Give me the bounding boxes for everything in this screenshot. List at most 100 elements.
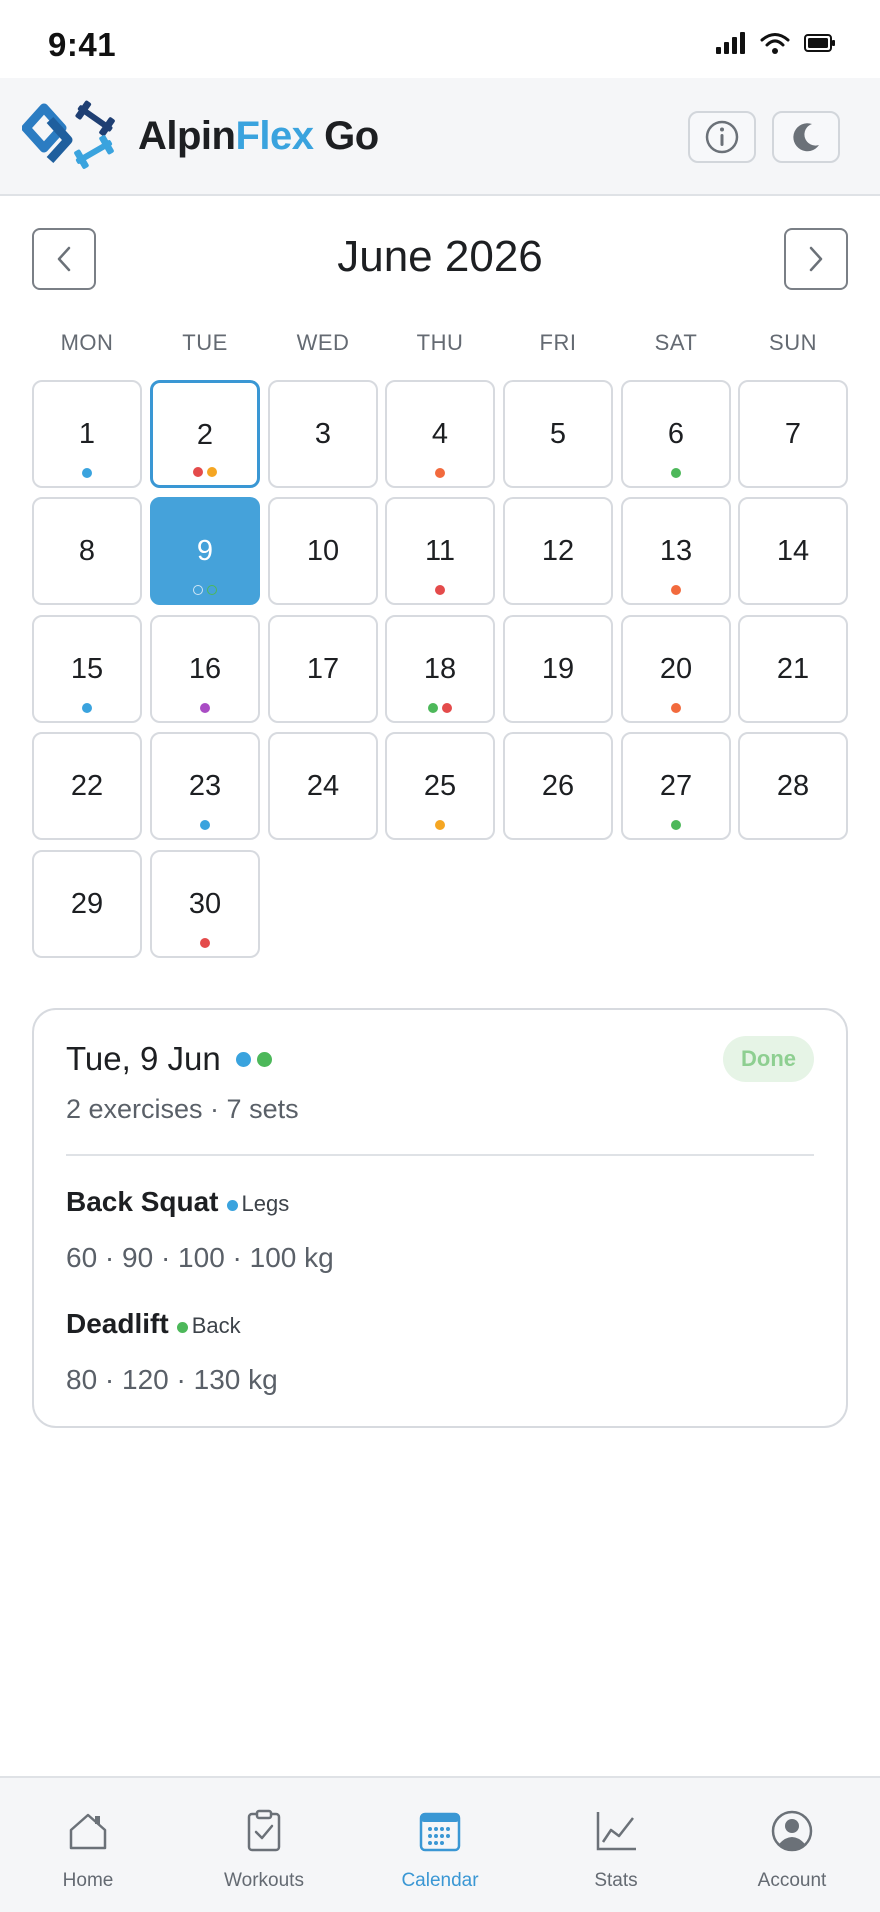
tab-account[interactable]: Account xyxy=(704,1778,880,1912)
tab-label: Stats xyxy=(594,1870,638,1891)
category-dot xyxy=(200,938,210,948)
category-dot xyxy=(428,703,438,713)
weekday-label: TUE xyxy=(182,330,228,355)
calendar-day-27[interactable]: 27 xyxy=(621,732,731,840)
day-dots xyxy=(153,467,257,477)
day-dots xyxy=(34,703,140,713)
calendar-day-26[interactable]: 26 xyxy=(503,732,613,840)
day-number: 22 xyxy=(70,770,104,802)
info-button[interactable] xyxy=(688,111,756,163)
day-dots xyxy=(623,585,729,595)
bottom-nav: Home Workouts Calendar Stats Account xyxy=(0,1776,880,1912)
day-number: 21 xyxy=(776,653,810,685)
category-dot xyxy=(193,467,203,477)
moon-icon xyxy=(793,123,819,152)
month-title: June 2026 xyxy=(337,232,543,281)
calendar-day-3[interactable]: 3 xyxy=(268,380,378,488)
day-number: 15 xyxy=(70,653,104,685)
day-dots xyxy=(623,468,729,478)
category-dot xyxy=(435,585,445,595)
calendar-day-18[interactable]: 18 xyxy=(385,615,495,723)
calendar-day-4[interactable]: 4 xyxy=(385,380,495,488)
logo-icon xyxy=(22,100,115,169)
signal-icon xyxy=(716,32,745,54)
category-dot xyxy=(200,820,210,830)
day-detail-card: Tue, 9 Jun Done 2 exercises · 7 sets Bac… xyxy=(32,1008,848,1428)
day-dots xyxy=(152,938,258,948)
day-number: 6 xyxy=(667,418,685,450)
status-badge: Done xyxy=(723,1036,814,1082)
calendar-grid: 1 2 3 4 5 6 7 8 9 10 11 12 13 14 15 16 17 18 19 20 21 22 23 24 2… xyxy=(32,380,848,960)
day-number: 30 xyxy=(188,888,222,920)
calendar-day-6[interactable]: 6 xyxy=(621,380,731,488)
calendar-day-1[interactable]: 1 xyxy=(32,380,142,488)
calendar-day-16[interactable]: 16 xyxy=(150,615,260,723)
calendar-day-12[interactable]: 12 xyxy=(503,497,613,605)
exercise-name: Deadlift xyxy=(66,1308,169,1339)
tab-calendar[interactable]: Calendar xyxy=(352,1778,528,1912)
chevron-right-icon xyxy=(809,246,823,272)
line-chart-icon xyxy=(596,1812,636,1851)
calendar-day-25[interactable]: 25 xyxy=(385,732,495,840)
tab-label: Calendar xyxy=(401,1870,479,1891)
day-number: 29 xyxy=(70,888,104,920)
calendar-day-29[interactable]: 29 xyxy=(32,850,142,958)
category-dot xyxy=(671,703,681,713)
detail-category-dots xyxy=(236,1052,272,1067)
day-dots xyxy=(387,468,493,478)
day-number: 11 xyxy=(424,535,456,567)
app-brand: AlpinFlex Go xyxy=(138,114,379,159)
tab-home[interactable]: Home xyxy=(0,1778,176,1912)
info-icon xyxy=(705,120,739,154)
calendar-day-17[interactable]: 17 xyxy=(268,615,378,723)
status-time: 9:41 xyxy=(48,26,117,63)
calendar-day-22[interactable]: 22 xyxy=(32,732,142,840)
tab-workouts[interactable]: Workouts xyxy=(176,1778,352,1912)
calendar-day-21[interactable]: 21 xyxy=(738,615,848,723)
calendar-day-10[interactable]: 10 xyxy=(268,497,378,605)
clipboard-check-icon xyxy=(247,1809,281,1852)
calendar-icon xyxy=(419,1812,461,1852)
calendar-day-28[interactable]: 28 xyxy=(738,732,848,840)
calendar-day-2[interactable]: 2 xyxy=(150,380,260,488)
calendar-day-24[interactable]: 24 xyxy=(268,732,378,840)
status-icons xyxy=(716,32,836,54)
calendar-day-5[interactable]: 5 xyxy=(503,380,613,488)
day-number: 3 xyxy=(314,418,332,450)
category-dot xyxy=(236,1052,251,1067)
category-dot xyxy=(200,703,210,713)
next-month-button[interactable] xyxy=(784,228,848,290)
divider xyxy=(66,1154,814,1156)
calendar-day-9[interactable]: 9 xyxy=(150,497,260,605)
category-dot xyxy=(207,467,217,477)
dark-mode-button[interactable] xyxy=(772,111,840,163)
tab-stats[interactable]: Stats xyxy=(528,1778,704,1912)
weekday-label: MON xyxy=(60,330,114,355)
calendar-day-11[interactable]: 11 xyxy=(385,497,495,605)
day-dots xyxy=(34,468,140,478)
calendar-day-13[interactable]: 13 xyxy=(621,497,731,605)
calendar-day-8[interactable]: 8 xyxy=(32,497,142,605)
day-number: 17 xyxy=(306,653,340,685)
weekday-label: SUN xyxy=(769,330,817,355)
calendar-day-7[interactable]: 7 xyxy=(738,380,848,488)
calendar-day-20[interactable]: 20 xyxy=(621,615,731,723)
exercise-item[interactable]: Back Squat Legs 60 · 90 · 100 · 100 kg xyxy=(66,1186,334,1274)
calendar-day-30[interactable]: 30 xyxy=(150,850,260,958)
day-number: 7 xyxy=(784,418,802,450)
day-number: 16 xyxy=(188,653,222,685)
category-dot xyxy=(435,820,445,830)
category-dot xyxy=(207,585,217,595)
account-icon xyxy=(771,1810,813,1852)
exercise-item[interactable]: Deadlift Back 80 · 120 · 130 kg xyxy=(66,1308,278,1396)
day-number: 13 xyxy=(659,535,693,567)
calendar-day-14[interactable]: 14 xyxy=(738,497,848,605)
calendar-day-15[interactable]: 15 xyxy=(32,615,142,723)
day-dots xyxy=(623,820,729,830)
calendar-day-23[interactable]: 23 xyxy=(150,732,260,840)
weekday-label: FRI xyxy=(539,330,577,355)
day-dots xyxy=(152,703,258,713)
day-number: 18 xyxy=(423,653,457,685)
weekday-header: MON TUE WED THU FRI SAT SUN xyxy=(32,330,848,364)
calendar-day-19[interactable]: 19 xyxy=(503,615,613,723)
